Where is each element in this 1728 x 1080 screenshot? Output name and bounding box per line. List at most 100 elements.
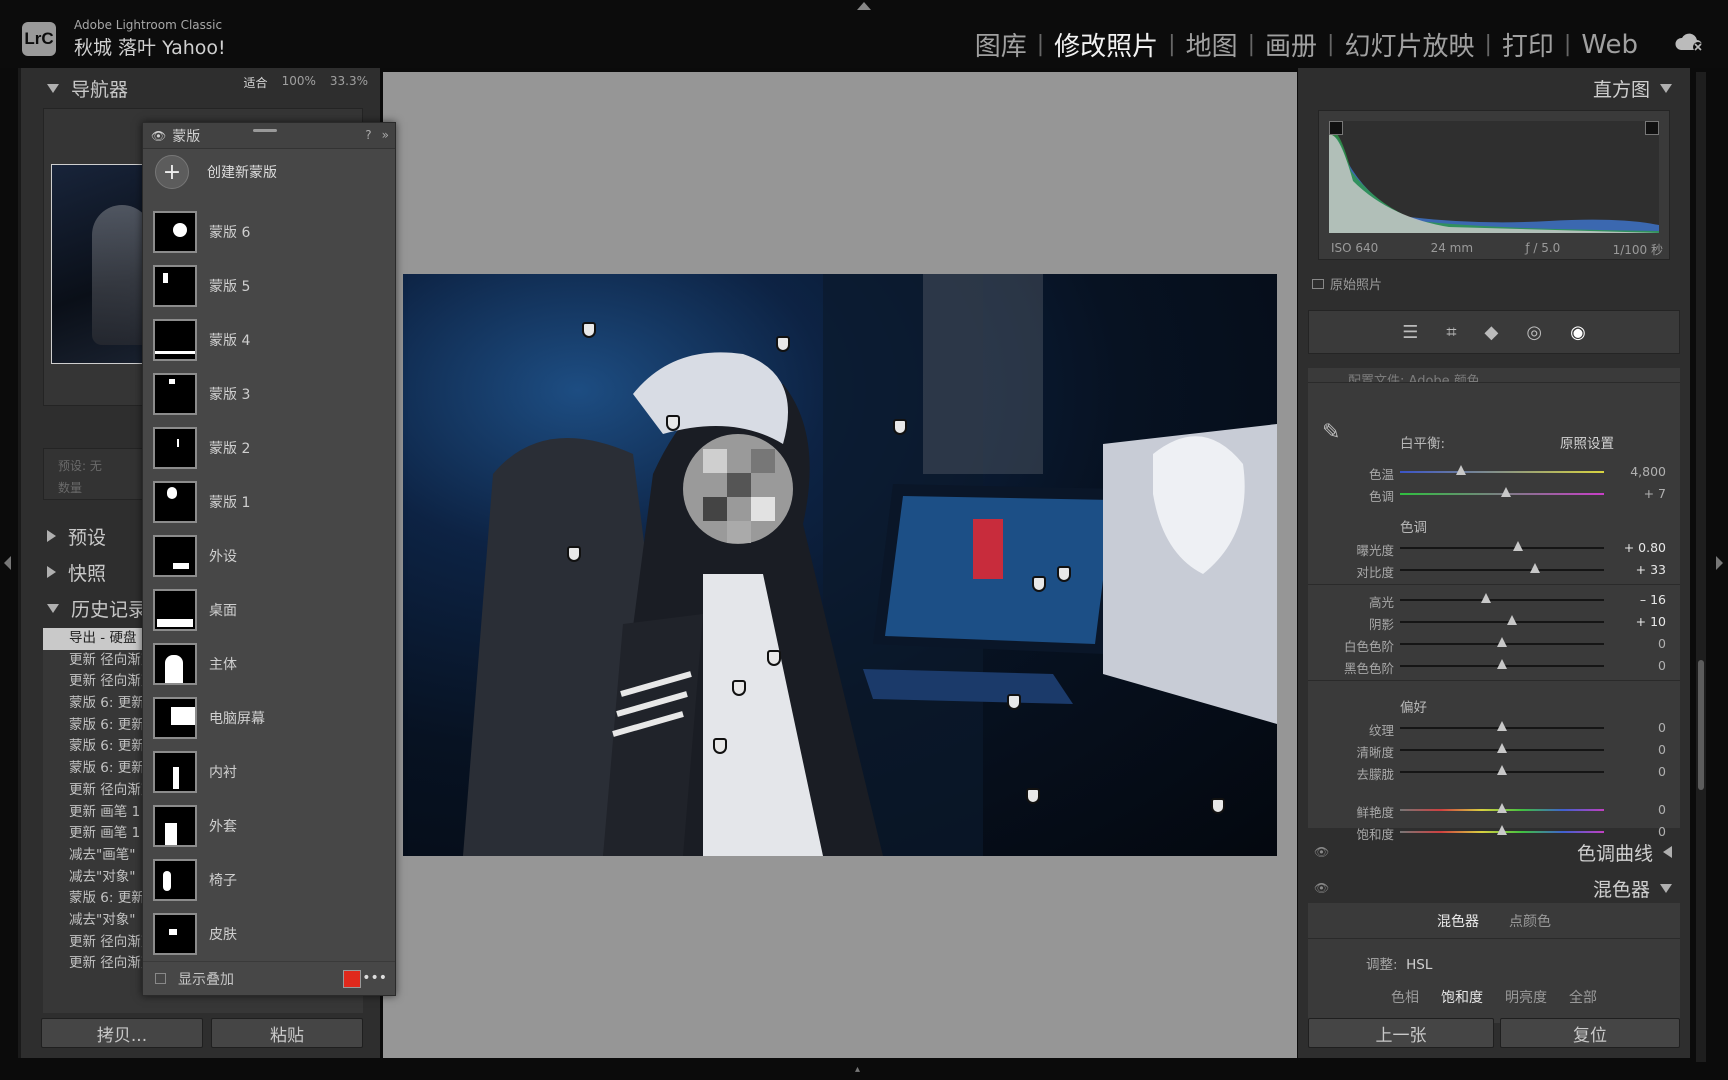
red-eye-icon[interactable]: ◎ xyxy=(1526,322,1542,343)
mask-item[interactable]: 蒙版 2 xyxy=(153,421,383,475)
white-balance-dropdown[interactable]: 原照设置 xyxy=(1560,432,1614,452)
module-web[interactable]: Web xyxy=(1581,30,1638,60)
dehaze-knob[interactable] xyxy=(1497,765,1507,775)
presets-header[interactable]: 预设 xyxy=(47,520,106,552)
masks-panel-header[interactable]: 👁 蒙版 ? » xyxy=(143,123,395,149)
highlights-slider[interactable]: 高光 – 16 xyxy=(1308,588,1680,610)
module-map[interactable]: 地图 xyxy=(1186,26,1238,63)
masking-icon[interactable]: ◉ xyxy=(1570,322,1586,343)
highlights-knob[interactable] xyxy=(1480,593,1491,603)
vibrance-slider[interactable]: 鲜艳度 0 xyxy=(1308,798,1680,820)
mask-item[interactable]: 内衬 xyxy=(153,745,383,799)
mask-item[interactable]: 蒙版 5 xyxy=(153,259,383,313)
module-develop[interactable]: 修改照片 xyxy=(1054,26,1158,63)
adjust-dropdown[interactable]: 调整: HSL xyxy=(1366,953,1432,973)
mask-pin[interactable] xyxy=(1211,798,1225,814)
shadow-clipping-indicator-icon[interactable] xyxy=(1329,121,1343,135)
mask-pin[interactable] xyxy=(1007,694,1021,710)
collapse-top-arrow-icon[interactable] xyxy=(857,2,871,10)
mask-pin[interactable] xyxy=(767,650,781,666)
tab-hue[interactable]: 色相 xyxy=(1391,987,1419,1007)
tab-point-color[interactable]: 点颜色 xyxy=(1509,911,1551,931)
mask-pin[interactable] xyxy=(732,680,746,696)
mask-pin[interactable] xyxy=(666,415,680,431)
mask-pin[interactable] xyxy=(893,419,907,435)
clarity-knob[interactable] xyxy=(1497,743,1507,753)
eye-icon[interactable]: 👁 xyxy=(1314,845,1329,859)
tab-mixer[interactable]: 混色器 xyxy=(1437,911,1479,931)
right-panel-scrollbar[interactable] xyxy=(1696,72,1706,1062)
temp-knob[interactable] xyxy=(1456,465,1467,475)
tone-curve-header[interactable]: 👁 色调曲线 xyxy=(1308,836,1680,868)
contrast-knob[interactable] xyxy=(1529,563,1540,573)
mask-item[interactable]: 蒙版 1 xyxy=(153,475,383,529)
mask-item[interactable]: 蒙版 6 xyxy=(153,205,383,259)
eye-icon[interactable]: 👁 xyxy=(1314,881,1329,895)
eye-icon[interactable]: 👁 xyxy=(151,129,166,143)
healing-eraser-icon[interactable]: ◆ xyxy=(1485,322,1499,343)
collapse-right-arrow-icon[interactable] xyxy=(1716,556,1723,570)
crop-icon[interactable]: ⌗ xyxy=(1446,322,1456,343)
collapse-left-arrow-icon[interactable] xyxy=(4,556,11,570)
mask-item[interactable]: 外套 xyxy=(153,799,383,853)
reset-button[interactable]: 复位 xyxy=(1500,1018,1680,1048)
create-new-mask-button[interactable]: + 创建新蒙版 xyxy=(155,155,277,189)
previous-button[interactable]: 上一张 xyxy=(1308,1018,1494,1048)
histogram-header[interactable]: 直方图 xyxy=(1308,72,1680,104)
cloud-sync-icon[interactable] xyxy=(1674,32,1706,56)
help-icon[interactable]: ? xyxy=(365,128,371,142)
mask-item[interactable]: 蒙版 4 xyxy=(153,313,383,367)
mask-item[interactable]: 蒙版 3 xyxy=(153,367,383,421)
history-header[interactable]: 历史记录 xyxy=(47,592,147,624)
tab-saturation[interactable]: 饱和度 xyxy=(1441,987,1483,1007)
highlight-clipping-indicator-icon[interactable] xyxy=(1645,121,1659,135)
snapshots-header[interactable]: 快照 xyxy=(47,556,106,588)
shadows-slider[interactable]: 阴影 + 10 xyxy=(1308,610,1680,632)
whites-slider[interactable]: 白色色阶 0 xyxy=(1308,632,1680,654)
exposure-knob[interactable] xyxy=(1513,541,1524,551)
collapse-double-chevron-icon[interactable]: » xyxy=(382,128,389,142)
mask-pin[interactable] xyxy=(713,738,727,754)
more-options-icon[interactable]: ••• xyxy=(362,970,387,986)
tab-all[interactable]: 全部 xyxy=(1569,987,1597,1007)
texture-slider[interactable]: 纹理 0 xyxy=(1308,716,1680,738)
module-slideshow[interactable]: 幻灯片放映 xyxy=(1344,26,1474,63)
dehaze-slider[interactable]: 去朦胧 0 xyxy=(1308,760,1680,782)
mask-item[interactable]: 电脑屏幕 xyxy=(153,691,383,745)
module-library[interactable]: 图库 xyxy=(975,26,1027,63)
mixer-header[interactable]: 👁 混色器 xyxy=(1308,872,1680,904)
profile-row[interactable]: 配置文件: Adobe 颜色 xyxy=(1308,370,1680,382)
resize-grip-icon[interactable]: ▴ xyxy=(855,1064,860,1075)
whites-knob[interactable] xyxy=(1497,637,1507,647)
copy-button[interactable]: 拷贝... xyxy=(41,1018,203,1048)
histogram[interactable]: ISO 640 24 mm ƒ / 5.0 1/100 秒 xyxy=(1318,110,1670,260)
mask-item[interactable]: 皮肤 xyxy=(153,907,383,961)
paste-button[interactable]: 粘贴 xyxy=(211,1018,363,1048)
mask-pin[interactable] xyxy=(1026,788,1040,804)
module-book[interactable]: 画册 xyxy=(1265,26,1317,63)
zoom-fit[interactable]: 适合 xyxy=(244,74,268,91)
blacks-slider[interactable]: 黑色色阶 0 xyxy=(1308,654,1680,676)
mask-item[interactable]: 主体 xyxy=(153,637,383,691)
mask-pin[interactable] xyxy=(582,322,596,338)
clarity-slider[interactable]: 清晰度 0 xyxy=(1308,738,1680,760)
mask-pin[interactable] xyxy=(776,336,790,352)
tint-slider[interactable]: 色调 + 7 xyxy=(1308,482,1680,504)
exposure-slider[interactable]: 曝光度 + 0.80 xyxy=(1308,536,1680,558)
navigator-header[interactable]: 导航器 xyxy=(47,72,128,104)
mask-item[interactable]: 外设 xyxy=(153,529,383,583)
vibrance-knob[interactable] xyxy=(1497,803,1507,813)
edited-photo[interactable] xyxy=(403,274,1277,856)
saturation-slider[interactable]: 饱和度 0 xyxy=(1308,820,1680,842)
eyedropper-icon[interactable]: ✎ xyxy=(1322,420,1340,445)
shadows-knob[interactable] xyxy=(1507,615,1518,625)
contrast-slider[interactable]: 对比度 + 33 xyxy=(1308,558,1680,580)
tab-luminance[interactable]: 明亮度 xyxy=(1505,987,1547,1007)
zoom-100[interactable]: 100% xyxy=(282,74,316,91)
edit-sliders-icon[interactable]: ☰ xyxy=(1402,322,1418,343)
drag-handle-icon[interactable] xyxy=(253,129,277,132)
mask-pin[interactable] xyxy=(567,546,581,562)
zoom-33[interactable]: 33.3% xyxy=(330,74,368,91)
mask-pin[interactable] xyxy=(1057,566,1071,582)
texture-knob[interactable] xyxy=(1497,721,1507,731)
